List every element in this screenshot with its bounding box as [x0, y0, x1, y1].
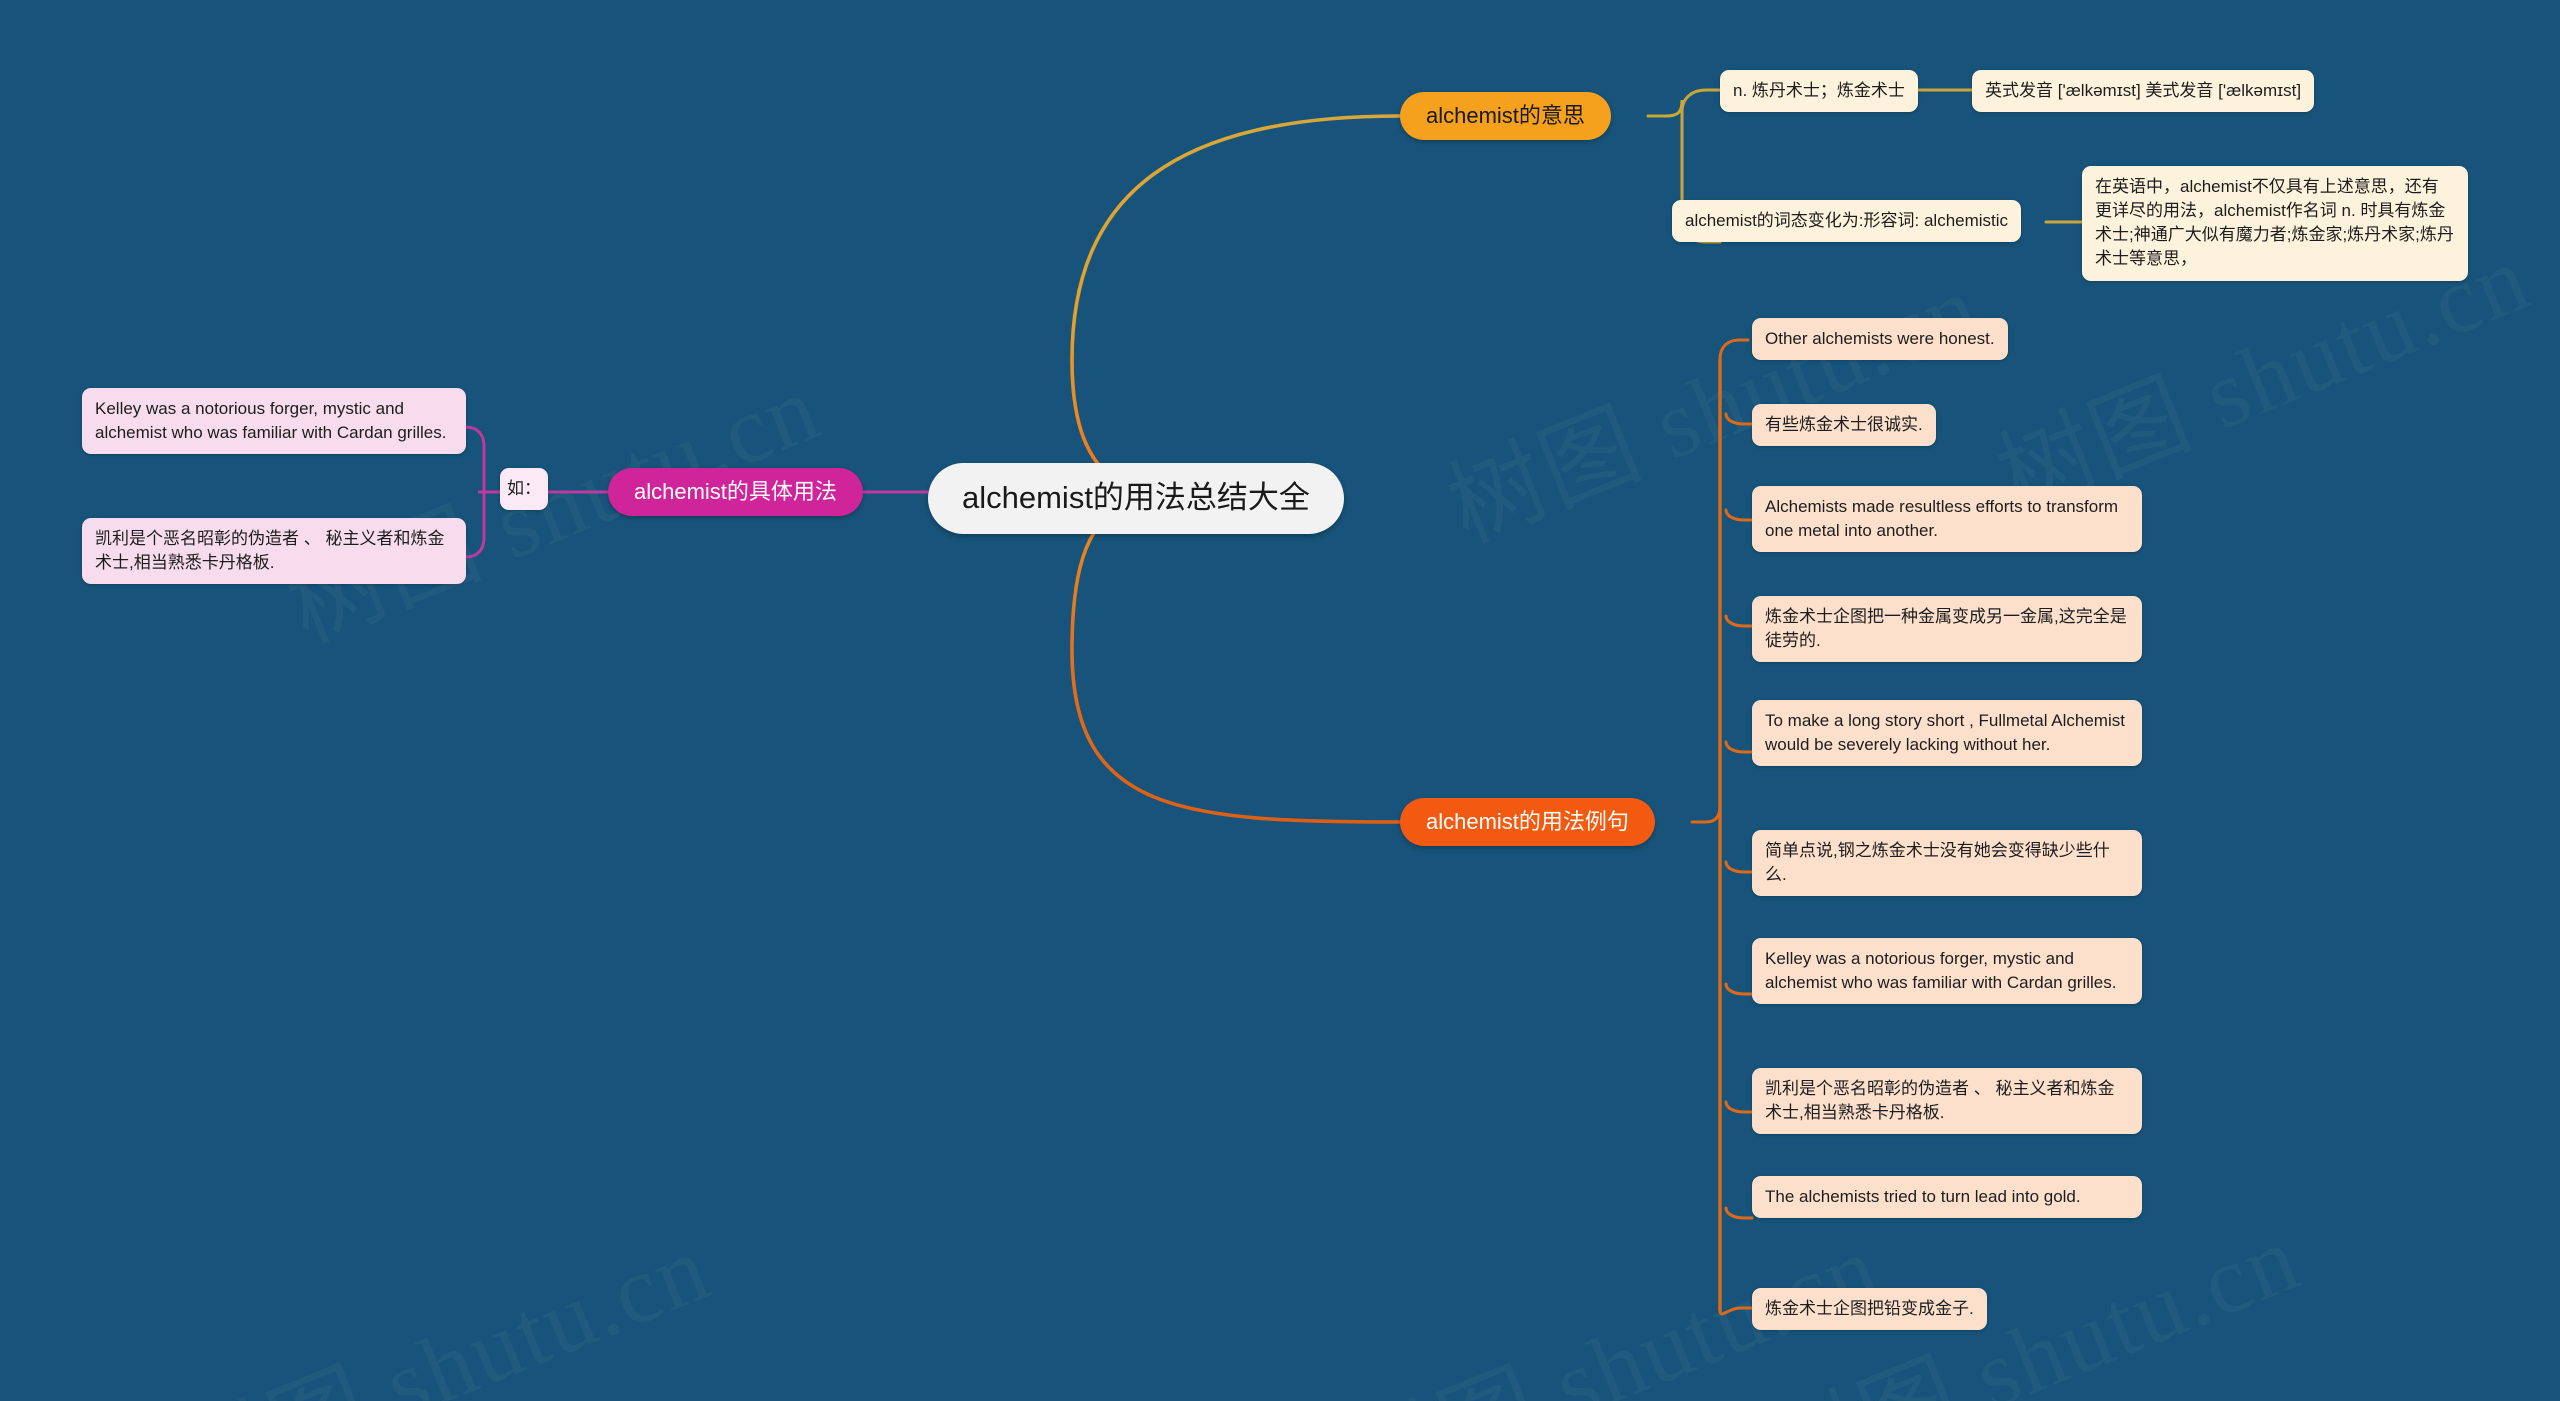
- leaf-usage-sentence-en[interactable]: Kelley was a notorious forger, mystic an…: [82, 388, 466, 455]
- leaf-example-6[interactable]: 简单点说,钢之炼金术士没有她会变得缺少些什么.: [1752, 830, 2142, 897]
- leaf-example-1[interactable]: Other alchemists were honest.: [1752, 318, 2008, 361]
- leaf-meaning-definition[interactable]: n. 炼丹术士；炼金术士: [1720, 70, 1918, 113]
- watermark: 树图 shutu.cn: [154, 1190, 726, 1401]
- leaf-example-8[interactable]: 凯利是个恶名昭彰的伪造者 、 秘主义者和炼金术士,相当熟悉卡丹格板.: [1752, 1068, 2142, 1135]
- leaf-example-2[interactable]: 有些炼金术士很诚实.: [1752, 404, 1936, 447]
- leaf-usage-example-label[interactable]: 如：: [500, 468, 548, 511]
- mindmap-canvas: 树图 shutu.cn 树图 shutu.cn 树图 shutu.cn 树图 s…: [0, 0, 2560, 1401]
- branch-node-meaning[interactable]: alchemist的意思: [1400, 92, 1611, 141]
- leaf-example-7[interactable]: Kelley was a notorious forger, mystic an…: [1752, 938, 2142, 1005]
- leaf-meaning-detailed-description[interactable]: 在英语中，alchemist不仅具有上述意思，还有更详尽的用法，alchemis…: [2082, 166, 2468, 281]
- leaf-example-5[interactable]: To make a long story short , Fullmetal A…: [1752, 700, 2142, 767]
- branch-node-examples[interactable]: alchemist的用法例句: [1400, 798, 1655, 847]
- leaf-example-10[interactable]: 炼金术士企图把铅变成金子.: [1752, 1288, 1987, 1331]
- leaf-example-4[interactable]: 炼金术士企图把一种金属变成另一金属,这完全是徒劳的.: [1752, 596, 2142, 663]
- leaf-meaning-word-forms[interactable]: alchemist的词态变化为:形容词: alchemistic: [1672, 200, 2022, 243]
- root-node[interactable]: alchemist的用法总结大全: [928, 463, 1344, 534]
- leaf-example-3[interactable]: Alchemists made resultless efforts to tr…: [1752, 486, 2142, 553]
- leaf-usage-sentence-zh[interactable]: 凯利是个恶名昭彰的伪造者 、 秘主义者和炼金术士,相当熟悉卡丹格板.: [82, 518, 466, 585]
- leaf-meaning-pronunciation[interactable]: 英式发音 ['ælkəmɪst] 美式发音 ['ælkəmɪst]: [1972, 70, 2315, 113]
- leaf-example-9[interactable]: The alchemists tried to turn lead into g…: [1752, 1176, 2142, 1219]
- branch-node-usage[interactable]: alchemist的具体用法: [608, 468, 863, 517]
